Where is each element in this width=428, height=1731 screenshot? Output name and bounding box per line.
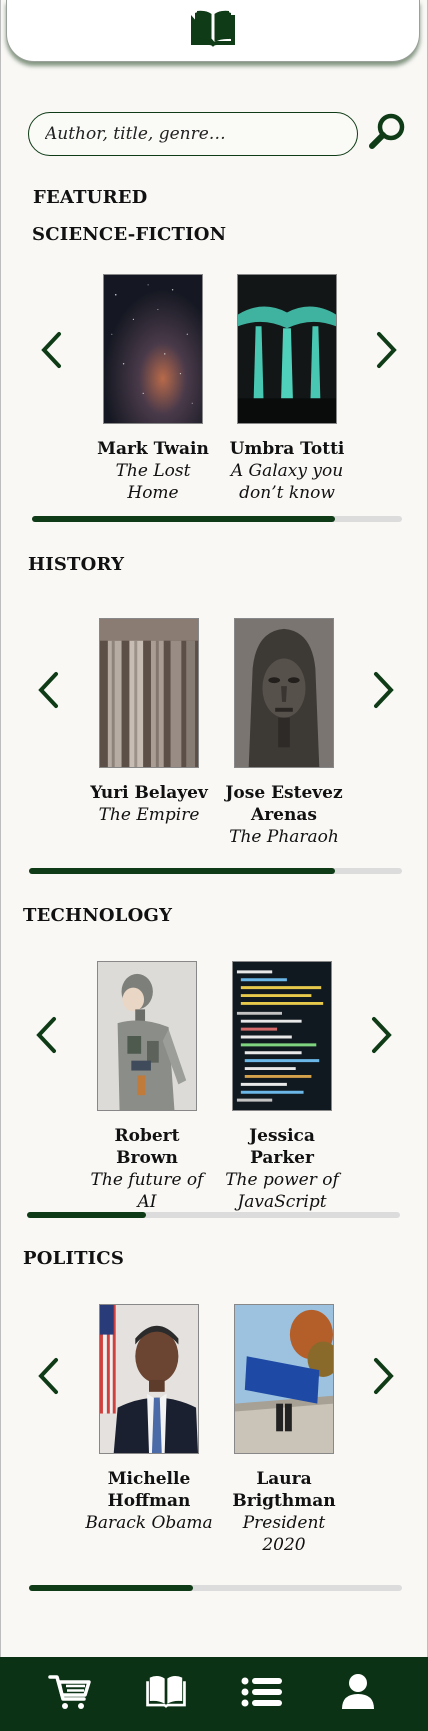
- book-cover-campaign-sign: [234, 1304, 334, 1454]
- book-title: The Lost Home: [115, 461, 191, 503]
- book-cover-glowing-canopy: [237, 274, 337, 424]
- book-author: Yuri Belayev: [90, 783, 208, 803]
- book-card[interactable]: Yuri Belayev The Empire: [84, 618, 214, 826]
- book-card[interactable]: Jessica Parker The power of JavaScript: [217, 961, 347, 1213]
- book-cover-milky-way: [103, 274, 203, 424]
- book-author: Jessica Parker: [249, 1126, 315, 1168]
- book-card[interactable]: Mark Twain The Lost Home: [88, 274, 218, 504]
- book-cover-portrait: [99, 1304, 199, 1454]
- book-card[interactable]: Robert Brown The future of AI: [82, 961, 212, 1213]
- carousel-scrollbar[interactable]: [32, 516, 402, 522]
- featured-label: FEATURED: [33, 187, 148, 208]
- top-bar: [6, 0, 420, 62]
- section-title: SCIENCE-FICTION: [32, 224, 227, 245]
- book-author: Michelle Hoffman: [107, 1469, 191, 1511]
- section-history: HISTORY Yuri Belayev The Empire Jose Est…: [0, 554, 428, 874]
- chevron-left-icon: [34, 1016, 58, 1058]
- book-card[interactable]: Michelle Hoffman Barack Obama: [84, 1304, 214, 1534]
- book-icon: [144, 1674, 188, 1714]
- list-icon: [240, 1675, 284, 1713]
- carousel-scrollbar-thumb[interactable]: [27, 1212, 147, 1218]
- chevron-left-icon: [36, 1357, 60, 1399]
- book-author: Robert Brown: [114, 1126, 180, 1168]
- section-politics: POLITICS Michelle Hoffman Barack Obama L…: [0, 1248, 428, 1598]
- search-bar: [28, 112, 408, 156]
- book-card[interactable]: Umbra Totti A Galaxy you don’t know: [222, 274, 352, 504]
- book-cover-columns: [99, 618, 199, 768]
- book-title: Barack Obama: [85, 1513, 213, 1533]
- carousel-next-button[interactable]: [369, 672, 399, 712]
- bottom-nav: [0, 1657, 428, 1731]
- book-title: The power of JavaScript: [225, 1170, 339, 1212]
- nav-library-button[interactable]: [136, 1664, 196, 1724]
- section-title: POLITICS: [23, 1248, 125, 1269]
- chevron-left-icon: [36, 671, 60, 713]
- carousel-next-button[interactable]: [367, 1017, 397, 1057]
- section-science-fiction: SCIENCE-FICTION Mark Twain The Lost Home…: [0, 222, 428, 522]
- section-technology: TECHNOLOGY Robert Brown The future of AI: [0, 905, 428, 1225]
- carousel-prev-button[interactable]: [31, 1017, 61, 1057]
- chevron-right-icon: [370, 1016, 394, 1058]
- chevron-right-icon: [372, 1357, 396, 1399]
- carousel-scrollbar-thumb[interactable]: [32, 516, 336, 522]
- cart-icon: [48, 1673, 92, 1715]
- nav-profile-button[interactable]: [328, 1664, 388, 1724]
- carousel-scrollbar[interactable]: [29, 1585, 402, 1591]
- user-icon: [340, 1673, 376, 1715]
- book-title: A Galaxy you don’t know: [230, 461, 344, 503]
- book-author: Umbra Totti: [229, 439, 345, 459]
- book-title: The Pharaoh: [229, 827, 339, 847]
- book-cover-code-screen: [232, 961, 332, 1111]
- chevron-right-icon: [375, 331, 399, 373]
- book-title: The future of AI: [90, 1170, 204, 1212]
- carousel-prev-button[interactable]: [33, 1358, 63, 1398]
- book-title: President 2020: [242, 1513, 326, 1555]
- carousel-prev-button[interactable]: [33, 672, 63, 712]
- book-author: Laura Brigthman: [232, 1469, 336, 1511]
- search-icon: [367, 112, 407, 156]
- section-title: HISTORY: [28, 554, 125, 575]
- book-title: The Empire: [98, 805, 200, 825]
- book-author: Mark Twain: [97, 439, 209, 459]
- carousel-scrollbar-thumb[interactable]: [29, 868, 335, 874]
- book-card[interactable]: Laura Brigthman President 2020: [219, 1304, 349, 1556]
- search-button[interactable]: [366, 112, 408, 156]
- carousel-prev-button[interactable]: [36, 332, 66, 372]
- book-cover-robot: [97, 961, 197, 1111]
- book-card[interactable]: Jose Estevez Arenas The Pharaoh: [219, 618, 349, 848]
- search-input[interactable]: [28, 112, 358, 156]
- chevron-left-icon: [39, 331, 63, 373]
- open-book-logo-icon[interactable]: [189, 9, 237, 53]
- section-title: TECHNOLOGY: [23, 905, 173, 926]
- carousel-scrollbar[interactable]: [27, 1212, 400, 1218]
- carousel-next-button[interactable]: [369, 1358, 399, 1398]
- chevron-right-icon: [372, 671, 396, 713]
- carousel-scrollbar[interactable]: [29, 868, 402, 874]
- book-author: Jose Estevez Arenas: [225, 783, 343, 825]
- carousel-scrollbar-thumb[interactable]: [29, 1585, 194, 1591]
- carousel-next-button[interactable]: [372, 332, 402, 372]
- nav-cart-button[interactable]: [40, 1664, 100, 1724]
- nav-list-button[interactable]: [232, 1664, 292, 1724]
- book-cover-pharaoh-statue: [234, 618, 334, 768]
